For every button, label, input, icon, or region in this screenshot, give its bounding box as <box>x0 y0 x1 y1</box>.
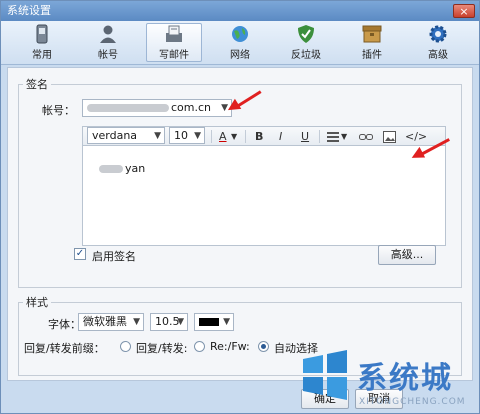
signature-legend: 签名 <box>26 78 48 91</box>
compose-icon <box>166 25 182 42</box>
chevron-down-icon: ▼ <box>194 131 201 141</box>
radio-re-fw[interactable] <box>194 341 205 352</box>
tab-general[interactable]: 常用 <box>14 21 70 64</box>
shield-icon <box>298 25 314 43</box>
align-icon[interactable] <box>327 131 341 143</box>
enable-signature-label: 启用签名 <box>92 250 136 263</box>
account-value: com.cn <box>171 101 212 114</box>
redacted-name <box>99 165 123 173</box>
color-swatch <box>199 318 219 326</box>
chevron-down-icon: ▼ <box>177 317 184 327</box>
enable-signature-checkbox[interactable]: ✓ <box>74 248 86 260</box>
link-icon[interactable] <box>359 132 373 142</box>
chevron-down-icon: ▼ <box>154 131 161 141</box>
font-color-button[interactable]: A <box>219 130 227 143</box>
toolbar-separator <box>211 130 212 143</box>
style-size-select[interactable]: 10.5 ▼ <box>150 313 188 331</box>
tab-label: 网络 <box>230 50 250 61</box>
tab-plugins[interactable]: 插件 <box>344 21 400 64</box>
option-re-fw-label: Re:/Fw: <box>210 340 250 353</box>
tab-label: 插件 <box>362 50 382 61</box>
advanced-signature-button[interactable]: 高级... <box>378 245 436 265</box>
chevron-down-icon: ▼ <box>133 317 140 327</box>
compose-settings-panel: 签名 帐号： com.cn ▼ verdana ▼ 10 ▼ A ▼ B I U <box>7 67 473 381</box>
signature-editor[interactable]: yan <box>82 146 446 246</box>
source-code-button[interactable]: </> <box>405 130 427 143</box>
tab-label: 帐号 <box>98 50 118 61</box>
italic-button[interactable]: I <box>279 130 282 143</box>
watermark: 系统城 XITONGCHENG.COM <box>299 337 479 413</box>
style-font-value: 微软雅黑 <box>83 315 127 328</box>
signature-text: yan <box>99 162 145 175</box>
toolbar-separator <box>319 130 320 143</box>
radio-reply-forward[interactable] <box>120 341 131 352</box>
tab-network[interactable]: 网络 <box>212 21 268 64</box>
account-select[interactable]: com.cn ▼ <box>82 99 232 117</box>
style-color-select[interactable]: ▼ <box>194 313 234 331</box>
globe-icon <box>232 26 248 42</box>
tab-advanced[interactable]: 高级 <box>410 21 466 64</box>
tab-label: 反垃圾 <box>291 50 321 61</box>
signature-text-visible: yan <box>125 162 146 175</box>
tab-account[interactable]: 帐号 <box>80 21 136 64</box>
person-icon <box>100 25 116 43</box>
bold-button[interactable]: B <box>255 130 263 143</box>
settings-window: 系统设置 × 常用 帐号 写邮件 网络 反垃圾 插件 高级 签名 帐号： com… <box>0 0 480 414</box>
watermark-text: 系统城 <box>357 361 453 396</box>
tab-compose[interactable]: 写邮件 <box>146 23 202 62</box>
redacted-email <box>87 104 169 112</box>
image-icon[interactable] <box>383 131 396 143</box>
style-font-select[interactable]: 微软雅黑 ▼ <box>78 313 144 331</box>
title-bar: 系统设置 × <box>1 1 479 21</box>
tab-antispam[interactable]: 反垃圾 <box>278 21 334 64</box>
account-label: 帐号： <box>42 104 75 117</box>
prefix-label: 回复/转发前缀： <box>24 342 105 355</box>
windows-logo-icon <box>303 350 347 400</box>
font-name-value: verdana <box>92 129 138 142</box>
settings-toolbar: 常用 帐号 写邮件 网络 反垃圾 插件 高级 <box>1 21 479 65</box>
tab-label: 常用 <box>32 50 52 61</box>
radio-auto-select[interactable] <box>258 341 269 352</box>
font-size-select[interactable]: 10 ▼ <box>169 127 205 144</box>
chevron-down-icon: ▼ <box>231 132 238 141</box>
window-title: 系统设置 <box>7 4 51 17</box>
gear-icon <box>429 25 447 43</box>
font-size-value: 10 <box>174 129 188 142</box>
font-name-select[interactable]: verdana ▼ <box>87 127 165 144</box>
watermark-url: XITONGCHENG.COM <box>359 397 466 407</box>
tab-label: 写邮件 <box>159 50 189 61</box>
box-icon <box>362 25 382 43</box>
style-size-value: 10.5 <box>155 315 180 328</box>
phone-icon <box>36 24 48 44</box>
editor-toolbar: verdana ▼ 10 ▼ A ▼ B I U ▼ </> <box>82 126 446 146</box>
style-legend: 样式 <box>26 296 48 309</box>
font-label: 字体： <box>48 318 81 331</box>
toolbar-separator <box>245 130 246 143</box>
tab-label: 高级 <box>428 50 448 61</box>
close-button[interactable]: × <box>453 4 475 18</box>
underline-button[interactable]: U <box>301 130 309 143</box>
chevron-down-icon: ▼ <box>341 132 348 141</box>
chevron-down-icon: ▼ <box>223 317 230 327</box>
option-reply-forward-label: 回复/转发: <box>136 342 188 355</box>
close-icon: × <box>459 5 469 18</box>
